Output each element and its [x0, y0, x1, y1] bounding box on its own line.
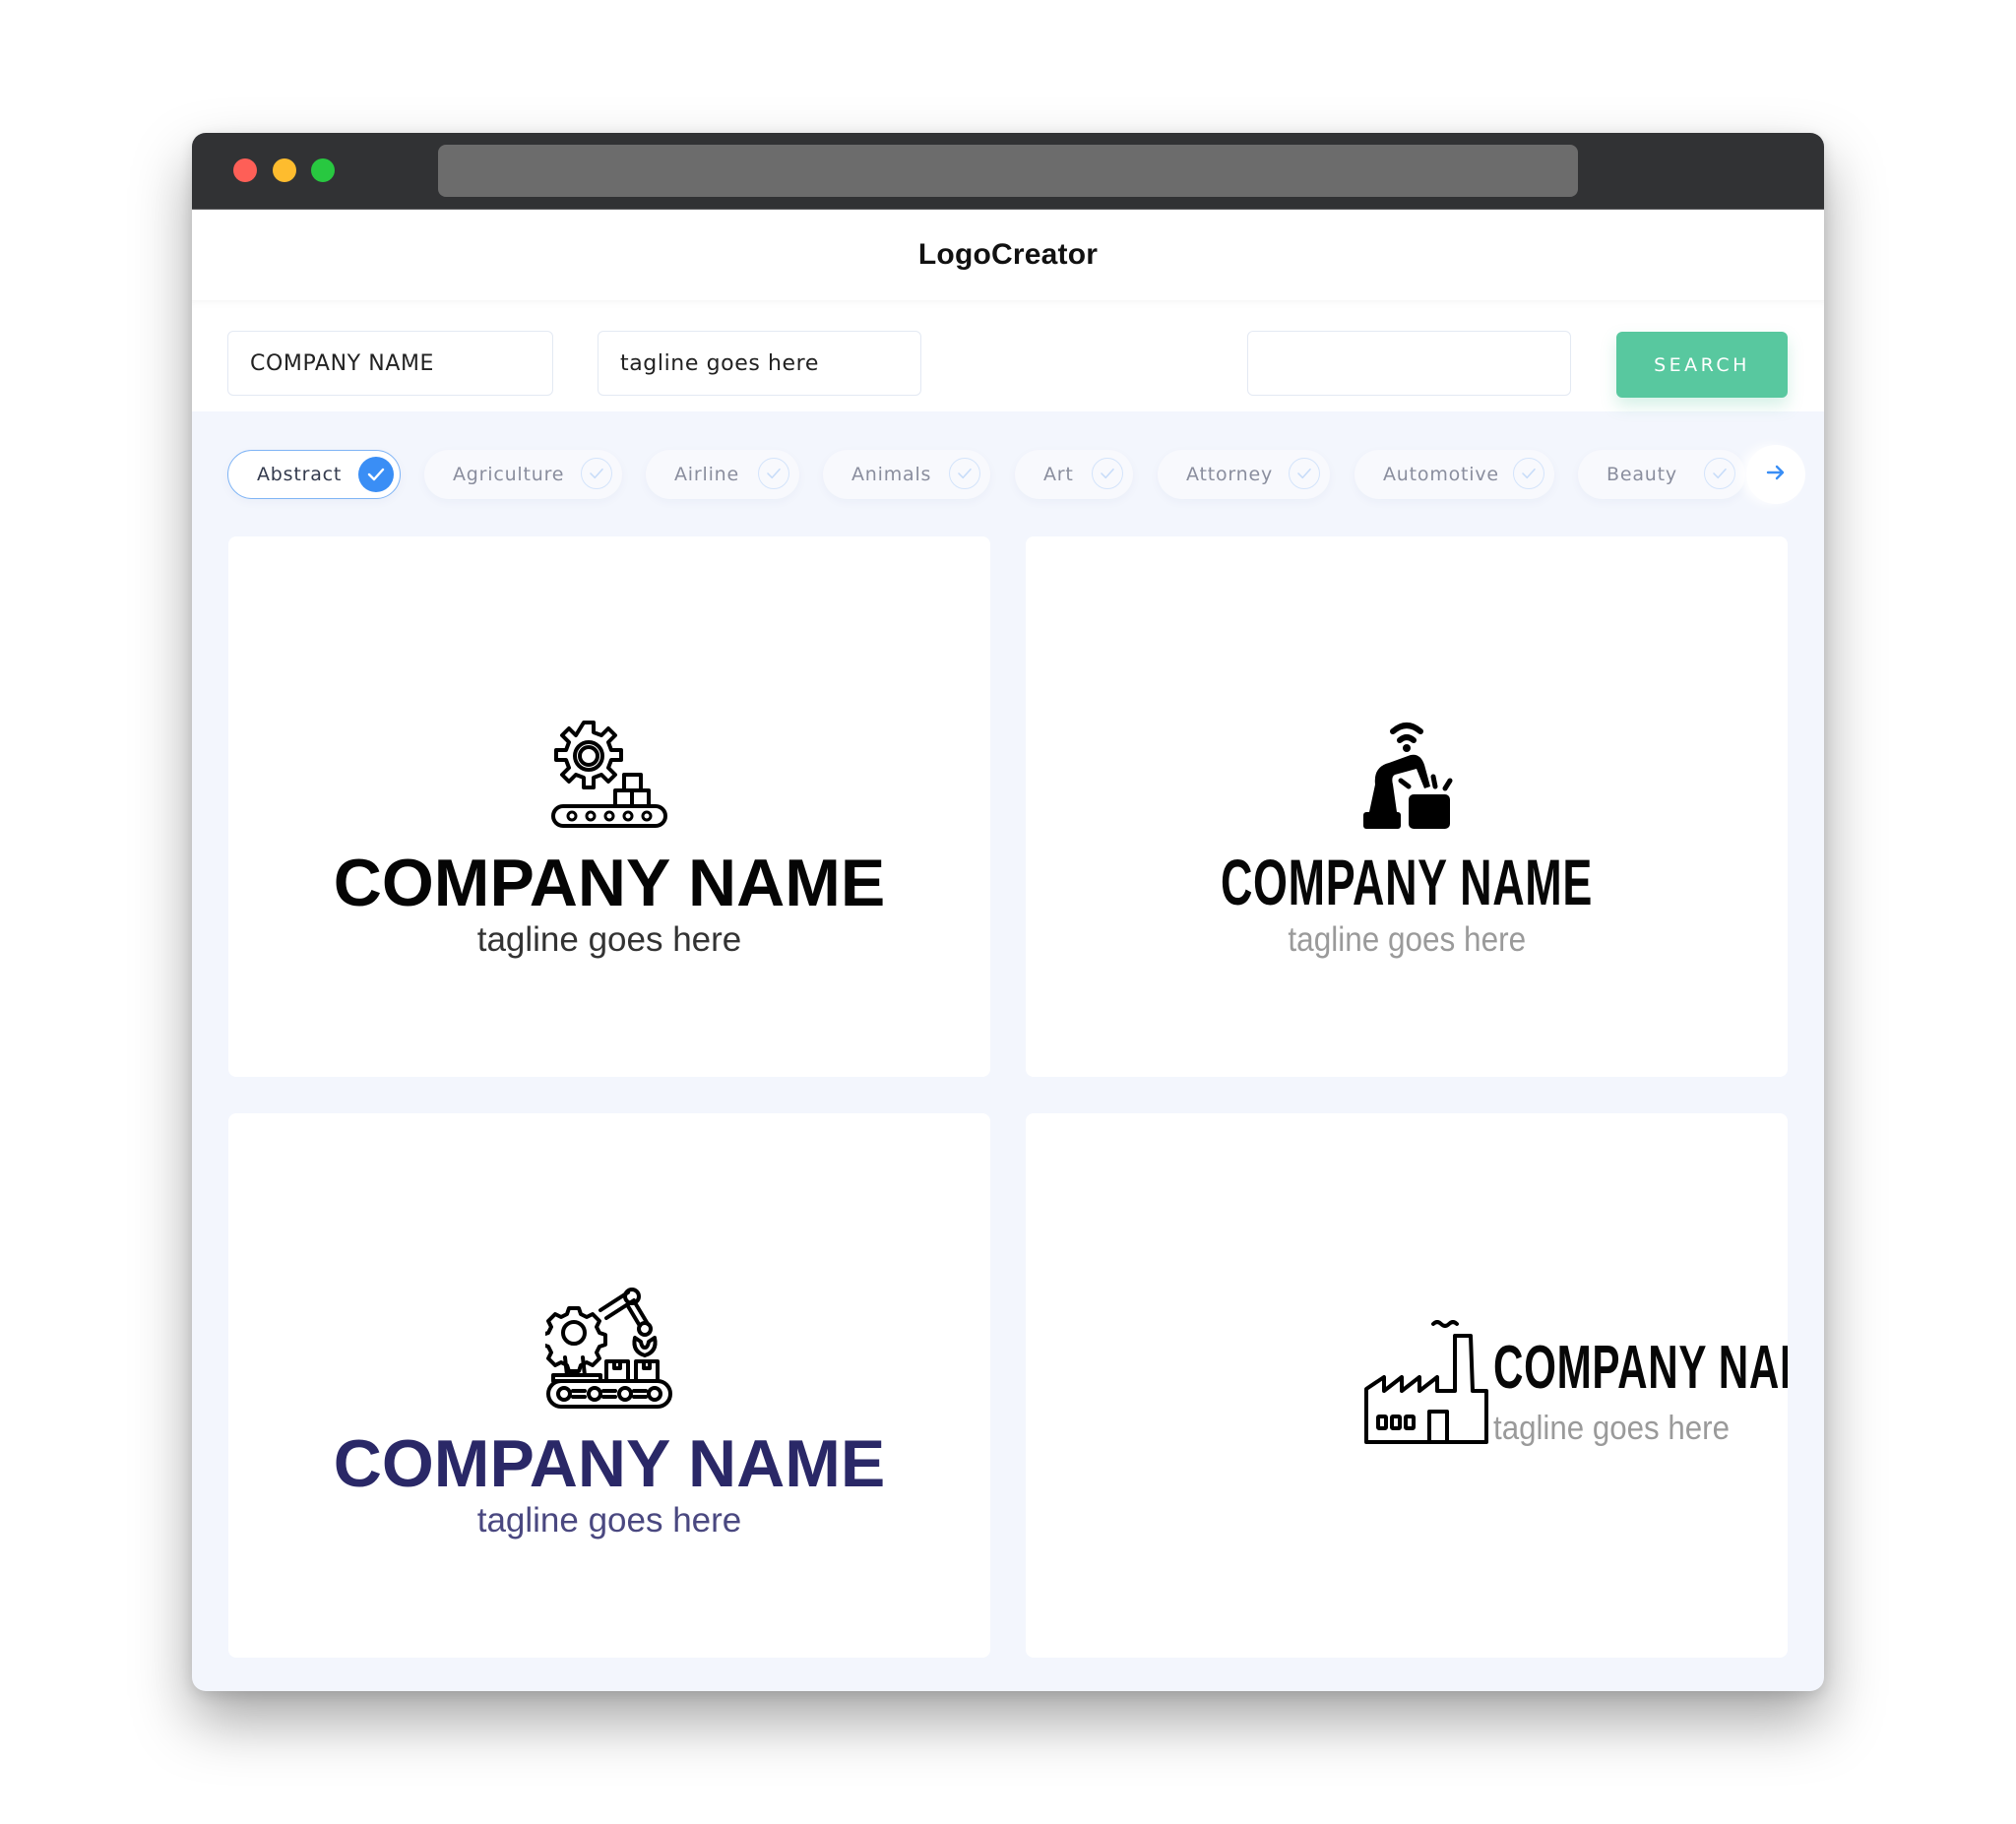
- logo-company-name: COMPANY NAME: [1220, 846, 1594, 918]
- logo-tagline: tagline goes here: [1288, 920, 1526, 959]
- minimize-window-button[interactable]: [273, 158, 296, 182]
- logo-company-name: COMPANY NAME: [1493, 1334, 1788, 1402]
- category-chip-abstract[interactable]: Abstract: [227, 450, 401, 499]
- category-chip-animals[interactable]: Animals: [823, 450, 990, 499]
- category-filter-bar: Abstract Agriculture Airline Animals Art: [227, 445, 1805, 504]
- address-bar[interactable]: [438, 145, 1578, 197]
- logo-preview: COMPANY NAME tagline goes here: [1026, 718, 1788, 960]
- scroll-categories-next-button[interactable]: [1746, 445, 1805, 504]
- logo-company-name: COMPANY NAME: [333, 1426, 886, 1501]
- category-chip-agriculture[interactable]: Agriculture: [424, 450, 622, 499]
- robotic-arm-gear-conveyor-icon: [540, 1287, 673, 1413]
- logo-text: COMPANY NAME tagline goes here: [1493, 1338, 1788, 1448]
- gear-conveyor-boxes-icon: [550, 720, 668, 832]
- tagline-input[interactable]: [598, 331, 921, 396]
- category-chip-label: Agriculture: [453, 464, 565, 485]
- logo-preview: COMPANY NAME tagline goes here: [228, 1287, 990, 1541]
- check-icon: [581, 458, 612, 489]
- category-chip-attorney[interactable]: Attorney: [1158, 450, 1330, 499]
- category-chip-airline[interactable]: Airline: [646, 450, 799, 499]
- check-icon: [1704, 458, 1735, 489]
- logo-tagline: tagline goes here: [476, 1501, 742, 1540]
- logo-card[interactable]: COMPANY NAME tagline goes here: [228, 536, 990, 1077]
- category-chip-label: Abstract: [257, 464, 343, 485]
- keyword-input[interactable]: [1247, 331, 1571, 396]
- category-chip-label: Art: [1043, 464, 1074, 485]
- browser-chrome: [192, 133, 1824, 210]
- maximize-window-button[interactable]: [311, 158, 335, 182]
- logo-tagline: tagline goes here: [476, 920, 742, 959]
- check-icon: [758, 458, 789, 489]
- robot-arm-wifi-icon: [1359, 718, 1454, 834]
- browser-window: LogoCreator SEARCH Abstract Agriculture …: [192, 133, 1824, 1691]
- category-chip-label: Automotive: [1383, 464, 1499, 485]
- check-icon: [1513, 458, 1544, 489]
- category-chip-label: Beauty: [1606, 464, 1677, 485]
- arrow-right-icon: [1766, 465, 1786, 484]
- category-chip-label: Attorney: [1186, 464, 1274, 485]
- company-name-input[interactable]: [227, 331, 553, 396]
- category-chip-beauty[interactable]: Beauty: [1578, 450, 1745, 499]
- logo-tagline: tagline goes here: [1493, 1410, 1731, 1447]
- check-icon: [1289, 458, 1320, 489]
- logo-card[interactable]: COMPANY NAME tagline goes here: [228, 1113, 990, 1658]
- app-title: LogoCreator: [917, 238, 1099, 271]
- close-window-button[interactable]: [233, 158, 257, 182]
- category-chip-label: Airline: [674, 464, 739, 485]
- search-button[interactable]: SEARCH: [1616, 332, 1788, 398]
- logo-card[interactable]: COMPANY NAME tagline goes here: [1026, 1113, 1788, 1658]
- check-icon: [949, 458, 980, 489]
- app-header: LogoCreator: [192, 210, 1824, 300]
- logo-company-name: COMPANY NAME: [333, 846, 886, 920]
- check-icon: [1092, 458, 1123, 489]
- search-bar: SEARCH: [192, 300, 1824, 411]
- category-chip-label: Animals: [851, 464, 932, 485]
- category-chip-automotive[interactable]: Automotive: [1354, 450, 1554, 499]
- logo-card[interactable]: COMPANY NAME tagline goes here: [1026, 536, 1788, 1077]
- category-chip-art[interactable]: Art: [1015, 450, 1133, 499]
- logo-preview: COMPANY NAME tagline goes here: [228, 720, 990, 960]
- factory-icon: [1362, 1320, 1490, 1444]
- check-icon: [358, 457, 394, 492]
